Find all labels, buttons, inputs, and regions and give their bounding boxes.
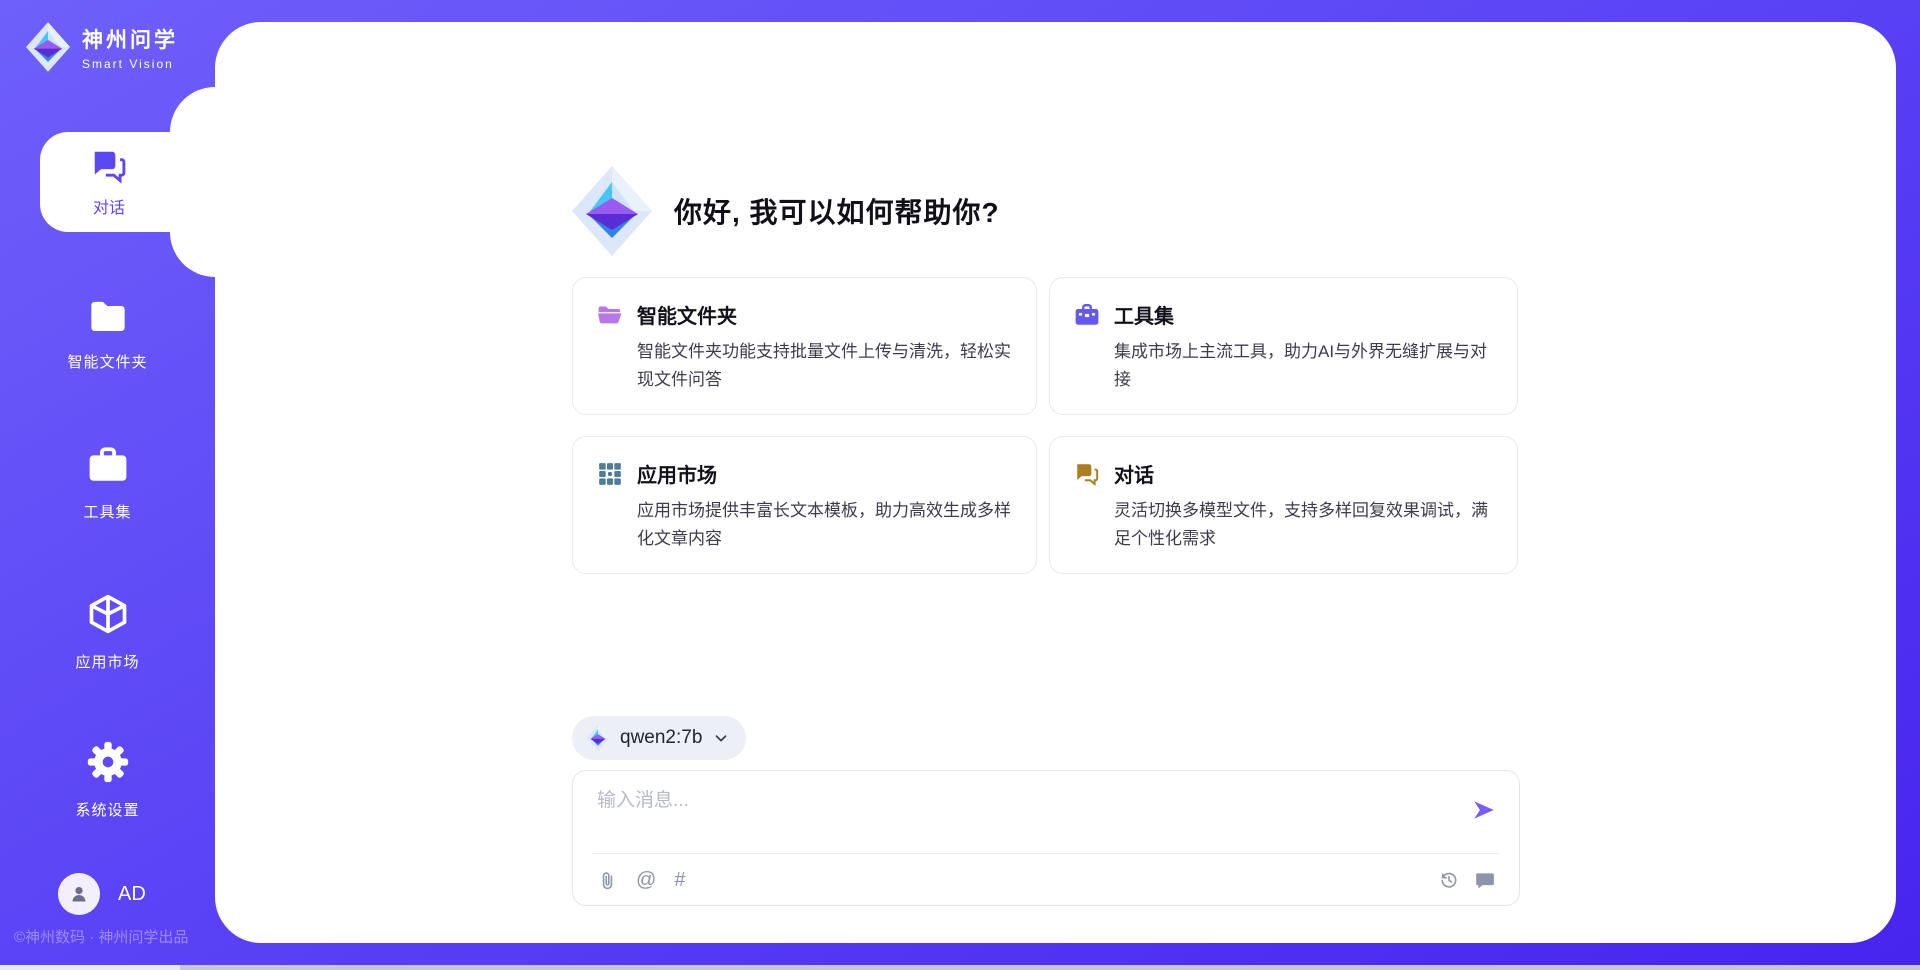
card-chat[interactable]: 对话 灵活切换多模型文件，支持多样回复效果调试，满足个性化需求 — [1049, 436, 1518, 574]
brand-name: 神州问学 — [82, 24, 178, 54]
sidebar: 神州问学 Smart Vision 对话 智能文件夹 工具集 应用市场 系统设置… — [0, 0, 215, 970]
person-icon — [67, 882, 91, 906]
sidebar-item-label: 工具集 — [0, 501, 215, 522]
sidebar-item-label: 智能文件夹 — [0, 351, 215, 372]
avatar — [58, 873, 100, 915]
folder-icon — [88, 296, 128, 336]
feedback-chat-icon[interactable] — [1475, 870, 1495, 890]
card-title: 应用市场 — [637, 459, 1012, 488]
sidebar-item-label: 应用市场 — [0, 651, 215, 672]
briefcase-icon — [87, 444, 129, 486]
card-description: 灵活切换多模型文件，支持多样回复效果调试，满足个性化需求 — [1114, 497, 1493, 553]
main-panel: 你好, 我可以如何帮助你? 智能文件夹 智能文件夹功能支持批量文件上传与清洗，轻… — [215, 22, 1896, 943]
user-profile[interactable]: AD — [58, 873, 146, 915]
card-app-market[interactable]: 应用市场 应用市场提供丰富长文本模板，助力高效生成多样化文章内容 — [572, 436, 1037, 574]
horizontal-scrollbar[interactable] — [0, 965, 1920, 970]
history-icon[interactable] — [1439, 870, 1459, 890]
sidebar-item-smart-folder[interactable]: 智能文件夹 — [0, 296, 215, 372]
brand-diamond-icon — [26, 22, 70, 72]
model-diamond-icon — [586, 725, 610, 751]
greeting-title: 你好, 我可以如何帮助你? — [674, 191, 1000, 231]
cube-icon — [86, 592, 130, 636]
chevron-down-icon — [712, 729, 730, 747]
card-description: 应用市场提供丰富长文本模板，助力高效生成多样化文章内容 — [637, 497, 1012, 553]
card-toolset[interactable]: 工具集 集成市场上主流工具，助力AI与外界无缝扩展与对接 — [1049, 277, 1518, 415]
card-smart-folder[interactable]: 智能文件夹 智能文件夹功能支持批量文件上传与清洗，轻松实现文件问答 — [572, 277, 1037, 415]
grid-icon — [597, 461, 623, 487]
copyright-text: ©神州数码 · 神州问学出品 — [14, 926, 214, 947]
scrollbar-track — [0, 965, 180, 970]
at-icon[interactable]: @ — [636, 870, 656, 890]
model-selector[interactable]: qwen2:7b — [572, 716, 746, 760]
card-title: 对话 — [1114, 459, 1493, 488]
card-description: 智能文件夹功能支持批量文件上传与清洗，轻松实现文件问答 — [637, 338, 1012, 394]
user-name: AD — [118, 883, 146, 906]
sidebar-item-label: 系统设置 — [0, 799, 215, 820]
sidebar-item-toolset[interactable]: 工具集 — [0, 444, 215, 522]
sidebar-item-label: 对话 — [93, 194, 125, 218]
composer-toolbar: @ # — [573, 854, 1519, 906]
sidebar-item-chat[interactable]: 对话 — [40, 132, 178, 232]
message-input[interactable] — [597, 785, 1447, 845]
feature-cards: 智能文件夹 智能文件夹功能支持批量文件上传与清洗，轻松实现文件问答 工具集 集成… — [572, 277, 1518, 574]
card-description: 集成市场上主流工具，助力AI与外界无缝扩展与对接 — [1114, 338, 1493, 394]
sidebar-item-app-market[interactable]: 应用市场 — [0, 592, 215, 672]
briefcase-icon — [1074, 302, 1100, 328]
send-icon[interactable] — [1471, 797, 1497, 823]
brand-logo: 神州问学 Smart Vision — [26, 22, 178, 72]
sidebar-item-settings[interactable]: 系统设置 — [0, 740, 215, 820]
chat-bubbles-icon — [1074, 461, 1100, 487]
hash-icon[interactable]: # — [674, 870, 685, 890]
chat-bubbles-icon — [90, 147, 128, 185]
brand-diamond-icon — [572, 166, 652, 256]
folder-open-icon — [597, 302, 623, 328]
message-composer: @ # — [572, 770, 1520, 906]
card-title: 工具集 — [1114, 300, 1493, 329]
brand-subtitle: Smart Vision — [82, 57, 178, 71]
gear-icon — [86, 740, 130, 784]
greeting-header: 你好, 我可以如何帮助你? — [572, 166, 1000, 256]
card-title: 智能文件夹 — [637, 300, 1012, 329]
paperclip-icon[interactable] — [597, 870, 618, 891]
model-name: qwen2:7b — [620, 727, 702, 749]
